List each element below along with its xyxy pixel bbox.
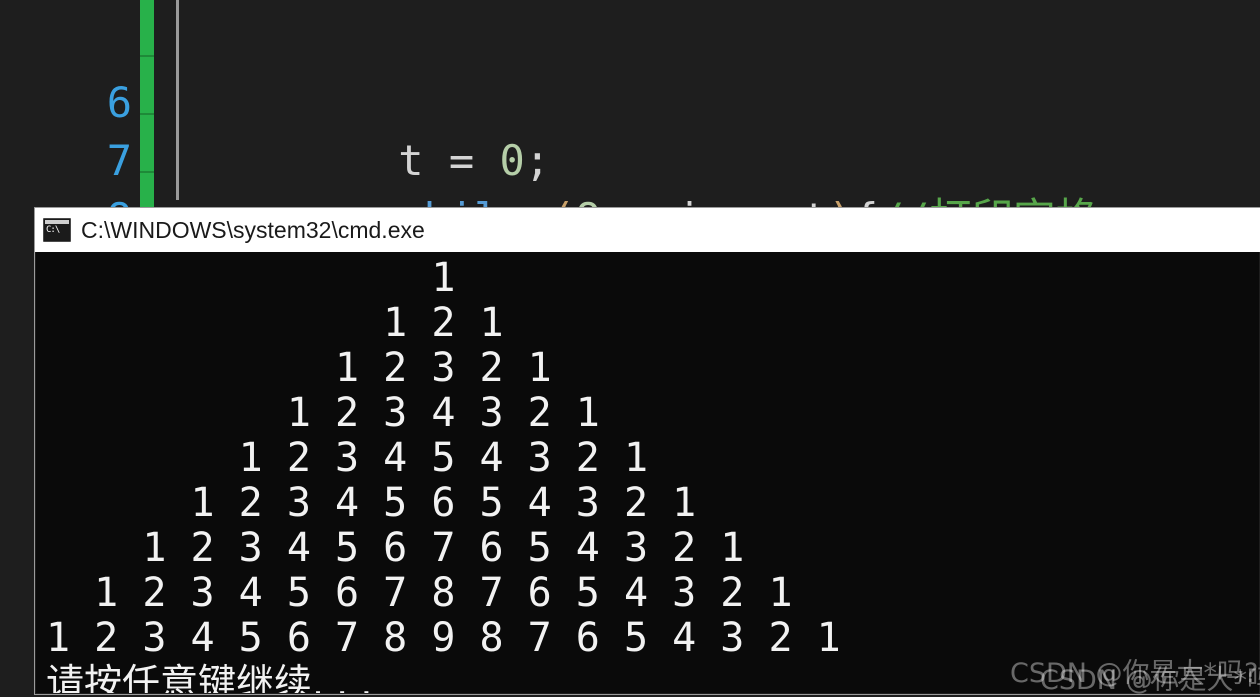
cmd-console-icon bbox=[43, 218, 71, 242]
console-row: 1 2 3 4 5 6 7 6 5 4 3 2 1 bbox=[46, 525, 745, 571]
console-row: 1 2 3 4 5 6 7 8 9 8 7 6 5 4 3 2 1 bbox=[46, 615, 841, 661]
code-line-6[interactable]: 6 t = 0; bbox=[0, 16, 1260, 185]
cmd-title-bar[interactable]: C:\WINDOWS\system32\cmd.exe bbox=[35, 208, 1260, 252]
cmd-window-title: C:\WINDOWS\system32\cmd.exe bbox=[81, 216, 425, 243]
console-row: 1 2 1 bbox=[46, 300, 504, 346]
console-row: 1 2 3 4 5 4 3 2 1 bbox=[46, 435, 649, 481]
console-row: 1 2 3 4 3 2 1 bbox=[46, 390, 600, 436]
console-row: 1 2 3 4 5 6 7 8 7 6 5 4 3 2 1 bbox=[46, 570, 793, 616]
code-line-7[interactable]: 7 while (8 - i >= t){//打印空格 bbox=[0, 74, 1260, 243]
console-output-area[interactable]: 1 1 2 1 1 2 3 2 1 1 2 3 4 3 2 1 1 2 3 4 … bbox=[36, 252, 1259, 693]
console-row: 1 2 3 2 1 bbox=[46, 345, 552, 391]
console-row: 1 2 3 4 5 6 5 4 3 2 1 bbox=[46, 480, 697, 526]
code-line-8[interactable]: 8 t++; bbox=[0, 132, 1260, 301]
console-pause-prompt: 请按任意键继续. . . bbox=[46, 661, 373, 693]
cmd-window[interactable]: C:\WINDOWS\system32\cmd.exe 1 1 2 1 1 2 … bbox=[35, 208, 1260, 694]
console-row: 1 bbox=[46, 255, 456, 301]
code-line-5[interactable] bbox=[0, 0, 1260, 16]
